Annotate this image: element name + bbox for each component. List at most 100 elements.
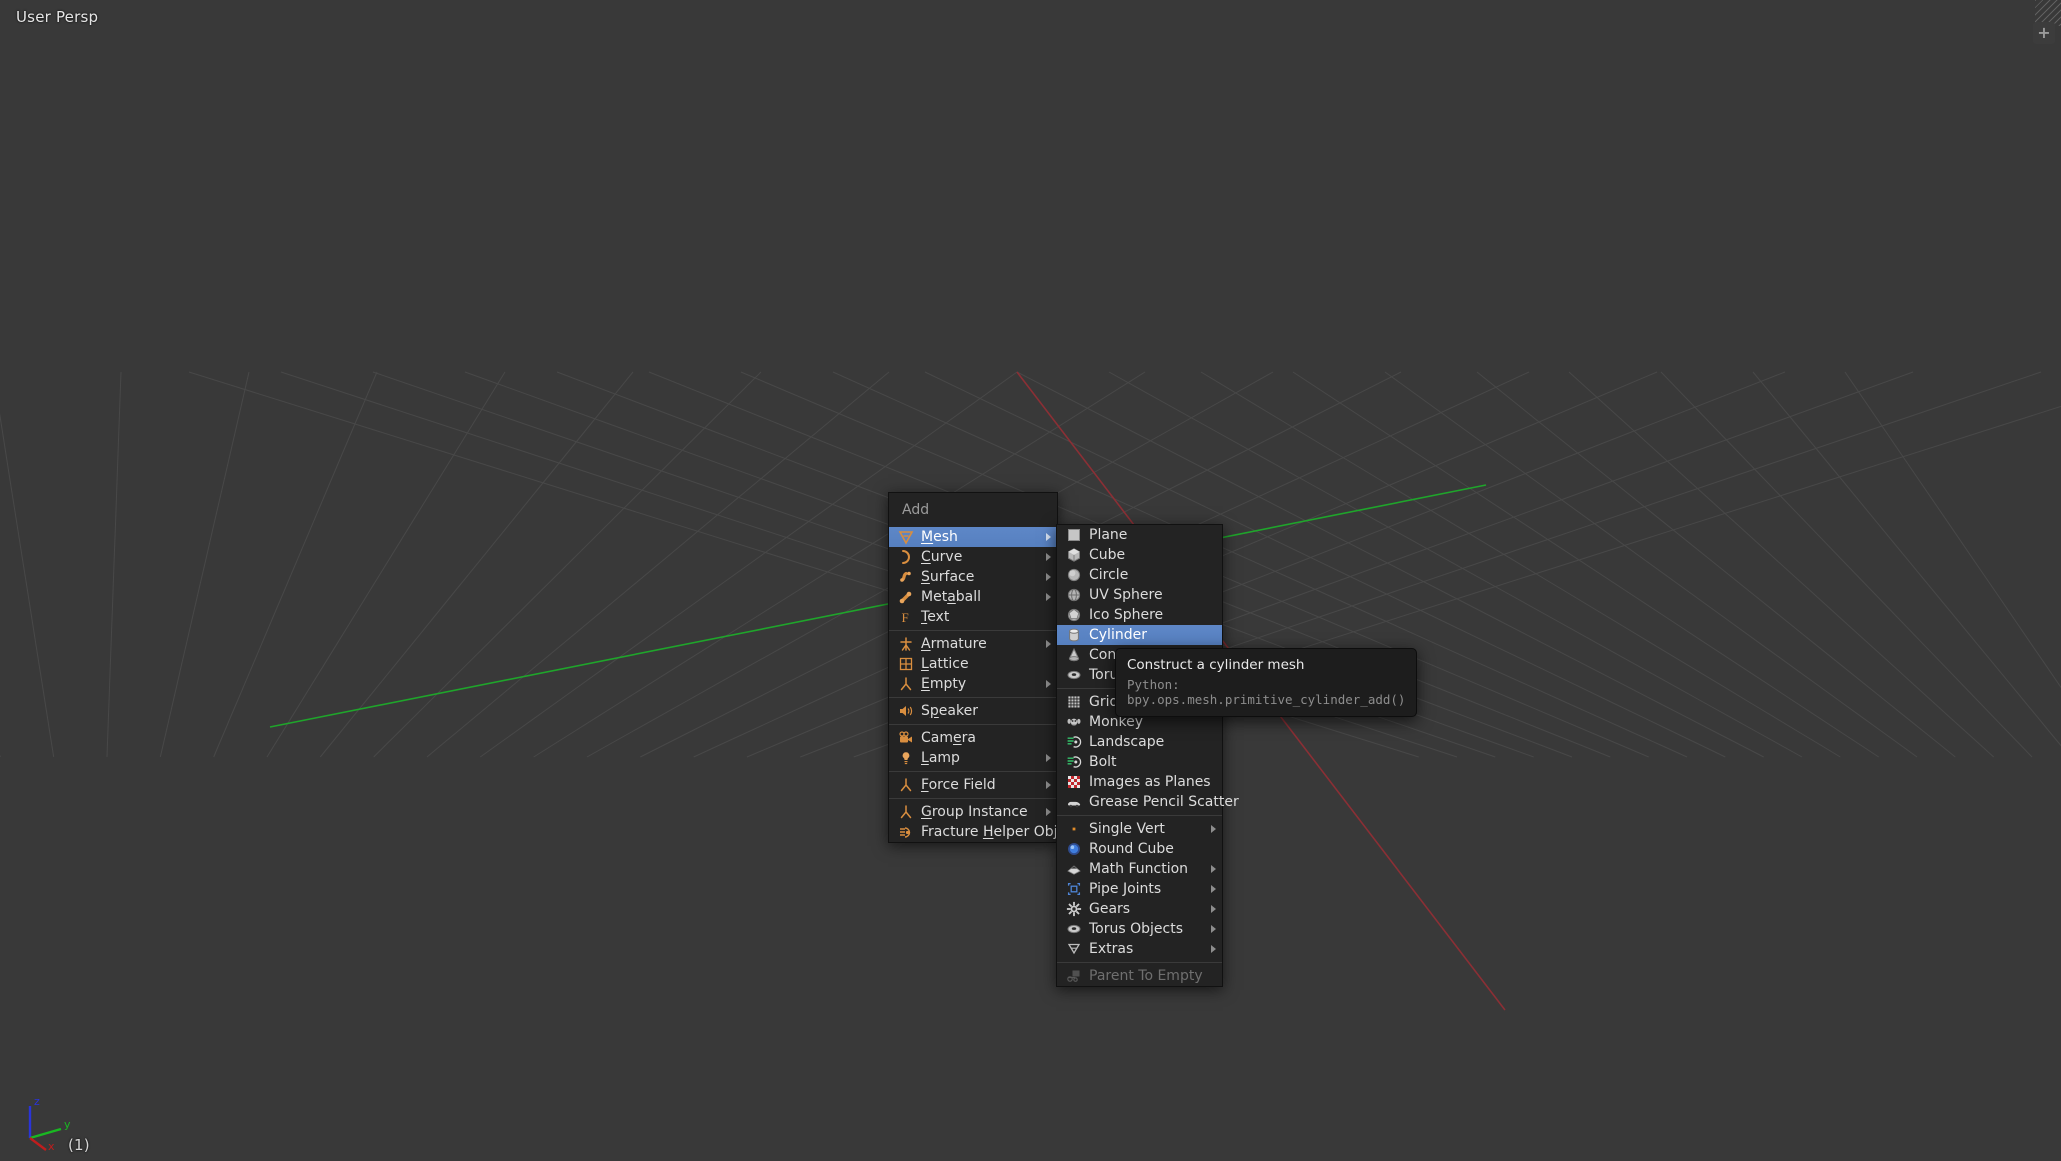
camera-icon bbox=[897, 730, 914, 746]
menu-item-label: Mesh bbox=[921, 529, 958, 545]
menu-item-curve[interactable]: Curve bbox=[889, 547, 1057, 567]
mesh-submenu[interactable]: Plane Cube Circle UV Sphere Ico Sphere Cylind… bbox=[1056, 524, 1239, 987]
menu-item-plane[interactable]: Plane bbox=[1057, 525, 1222, 545]
tooltip: Construct a cylinder mesh Python: bpy.op… bbox=[1115, 648, 1417, 717]
menu-item-images-as-planes[interactable]: Images as Planes bbox=[1057, 772, 1222, 792]
menu-item-fracture-helper-objects[interactable]: Fracture Helper Objects bbox=[889, 822, 1098, 842]
submenu-arrow-icon bbox=[1046, 640, 1051, 648]
menu-separator bbox=[889, 697, 1057, 698]
add-menu[interactable]: Add Mesh Curve Surface Metaball F Text Armatur… bbox=[888, 492, 1098, 843]
menu-item-ico-sphere[interactable]: Ico Sphere bbox=[1057, 605, 1222, 625]
menu-item-label: Images as Planes bbox=[1089, 774, 1211, 790]
uv-sphere-icon bbox=[1065, 587, 1082, 603]
menu-item-label: Math Function bbox=[1089, 861, 1189, 877]
menu-item-lamp[interactable]: Lamp bbox=[889, 748, 1057, 768]
menu-item-label: Camera bbox=[921, 730, 976, 746]
menu-separator bbox=[889, 771, 1057, 772]
metaball-icon bbox=[897, 589, 914, 605]
menu-item-label: Surface bbox=[921, 569, 975, 585]
view-perspective-label: User Persp bbox=[16, 8, 99, 26]
menu-item-mesh[interactable]: Mesh bbox=[889, 527, 1057, 547]
menu-item-force-field[interactable]: Force Field bbox=[889, 775, 1057, 795]
submenu-arrow-icon bbox=[1211, 905, 1216, 913]
menu-item-label: Lattice bbox=[921, 656, 969, 672]
menu-item-label: Force Field bbox=[921, 777, 996, 793]
submenu-arrow-icon bbox=[1211, 825, 1216, 833]
menu-item-circle[interactable]: Circle bbox=[1057, 565, 1222, 585]
tooltip-title: Construct a cylinder mesh bbox=[1127, 657, 1305, 673]
monkey-icon bbox=[1065, 714, 1082, 730]
speaker-icon bbox=[897, 703, 914, 719]
ico-sphere-icon bbox=[1065, 607, 1082, 623]
curve-icon bbox=[897, 549, 914, 565]
menu-item-label: Parent To Empty bbox=[1089, 968, 1203, 984]
submenu-arrow-icon bbox=[1046, 573, 1051, 581]
menu-item-torus-objects[interactable]: Torus Objects bbox=[1057, 919, 1222, 939]
submenu-arrow-icon bbox=[1211, 865, 1216, 873]
axis-gizmo: z y x bbox=[28, 1095, 71, 1153]
menu-item-landscape[interactable]: Landscape bbox=[1057, 732, 1222, 752]
cylinder-icon bbox=[1065, 627, 1082, 643]
menu-item-uv-sphere[interactable]: UV Sphere bbox=[1057, 585, 1222, 605]
torus-icon bbox=[1065, 667, 1082, 683]
lattice-icon bbox=[897, 656, 914, 672]
surface-icon bbox=[897, 569, 914, 585]
menu-separator bbox=[889, 630, 1057, 631]
menu-item-extras[interactable]: Extras bbox=[1057, 939, 1222, 959]
menu-item-speaker[interactable]: Speaker bbox=[889, 701, 1057, 721]
menu-item-empty[interactable]: Empty bbox=[889, 674, 1057, 694]
submenu-arrow-icon bbox=[1046, 533, 1051, 541]
torus-icon bbox=[1065, 921, 1082, 937]
lamp-icon bbox=[897, 750, 914, 766]
pipe-joints-icon bbox=[1065, 881, 1082, 897]
submenu-arrow-icon bbox=[1046, 808, 1051, 816]
menu-item-cube[interactable]: Cube bbox=[1057, 545, 1222, 565]
submenu-arrow-icon bbox=[1046, 781, 1051, 789]
menu-item-label: Group Instance bbox=[921, 804, 1028, 820]
menu-item-bolt[interactable]: Bolt bbox=[1057, 752, 1222, 772]
menu-item-label: Extras bbox=[1089, 941, 1134, 957]
menu-item-surface[interactable]: Surface bbox=[889, 567, 1057, 587]
vertex-icon bbox=[1065, 821, 1082, 837]
menu-item-label: Grease Pencil Scatter bbox=[1089, 794, 1239, 810]
menu-item-camera[interactable]: Camera bbox=[889, 728, 1057, 748]
menu-item-label: Round Cube bbox=[1089, 841, 1174, 857]
menu-item-label: UV Sphere bbox=[1089, 587, 1163, 603]
gear-icon bbox=[1065, 901, 1082, 917]
submenu-arrow-icon bbox=[1211, 885, 1216, 893]
menu-item-label: Circle bbox=[1089, 567, 1129, 583]
parent-empty-icon bbox=[1065, 968, 1082, 984]
menu-item-label: Speaker bbox=[921, 703, 978, 719]
submenu-arrow-icon bbox=[1046, 553, 1051, 561]
menu-item-metaball[interactable]: Metaball bbox=[889, 587, 1057, 607]
extras-icon bbox=[1065, 941, 1082, 957]
fracture-helper-icon bbox=[897, 824, 914, 840]
menu-item-label: Ico Sphere bbox=[1089, 607, 1164, 623]
menu-item-gears[interactable]: Gears bbox=[1057, 899, 1222, 919]
gizmo-x-label: x bbox=[48, 1140, 55, 1153]
menu-item-label: Text bbox=[921, 609, 950, 625]
force-field-icon bbox=[897, 777, 914, 793]
plane-icon bbox=[1065, 527, 1082, 543]
round-cube-icon bbox=[1065, 841, 1082, 857]
menu-separator bbox=[889, 798, 1057, 799]
menu-item-armature[interactable]: Armature bbox=[889, 634, 1057, 654]
tooltip-python-path: Python: bpy.ops.mesh.primitive_cylinder_… bbox=[1127, 677, 1406, 707]
menu-item-label: Cylinder bbox=[1089, 627, 1147, 643]
menu-item-label: Lamp bbox=[921, 750, 960, 766]
menu-item-lattice[interactable]: Lattice bbox=[889, 654, 1057, 674]
menu-item-group-instance[interactable]: Group Instance bbox=[889, 802, 1057, 822]
add-menu-title: Add bbox=[902, 502, 930, 518]
menu-item-text[interactable]: F Text bbox=[889, 607, 1057, 627]
menu-item-label: Armature bbox=[921, 636, 987, 652]
menu-item-grease-pencil-scatter[interactable]: Grease Pencil Scatter bbox=[1057, 792, 1239, 812]
menu-item-label: Empty bbox=[921, 676, 967, 692]
add-region-button[interactable]: + bbox=[2033, 22, 2055, 44]
menu-item-label: Pipe Joints bbox=[1089, 881, 1162, 897]
menu-item-single-vert[interactable]: Single Vert bbox=[1057, 819, 1222, 839]
menu-item-cylinder[interactable]: Cylinder bbox=[1057, 625, 1222, 645]
submenu-arrow-icon bbox=[1211, 925, 1216, 933]
menu-item-round-cube[interactable]: Round Cube bbox=[1057, 839, 1222, 859]
menu-item-pipe-joints[interactable]: Pipe Joints bbox=[1057, 879, 1222, 899]
menu-item-math-function[interactable]: Math Function bbox=[1057, 859, 1222, 879]
